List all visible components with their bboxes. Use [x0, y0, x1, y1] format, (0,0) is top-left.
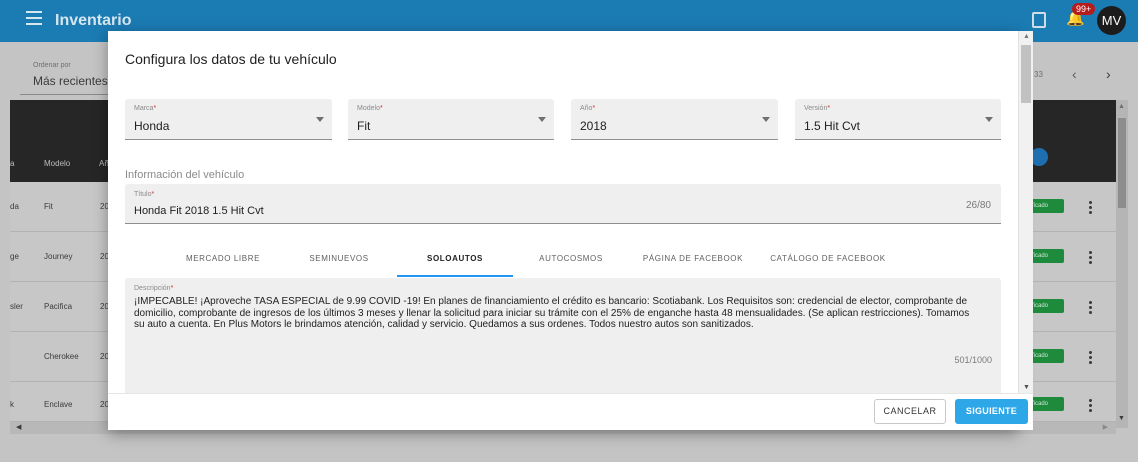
- table-vertical-scrollbar[interactable]: ▲ ▼: [1116, 100, 1128, 428]
- dropdown-arrow-icon: [762, 117, 770, 122]
- scroll-left-icon[interactable]: ◀: [16, 423, 21, 431]
- scroll-up-icon[interactable]: ▲: [1118, 103, 1125, 110]
- version-label: Versión*: [804, 105, 830, 112]
- marca-value: Honda: [134, 119, 170, 133]
- descripcion-label: Descripción*: [134, 285, 173, 292]
- descripcion-value: ¡IMPECABLE! ¡Aproveche TASA ESPECIAL de …: [134, 296, 970, 330]
- marca-select[interactable]: Marca* Honda: [125, 99, 332, 140]
- dropdown-arrow-icon: [538, 117, 546, 122]
- cell-brand: ge: [10, 252, 19, 261]
- kebab-menu-icon[interactable]: [1089, 251, 1093, 266]
- order-by-underline: [20, 94, 110, 95]
- required-marker: *: [151, 191, 155, 198]
- required-marker: *: [153, 105, 157, 112]
- kebab-menu-icon[interactable]: [1089, 351, 1093, 366]
- cell-model: Cherokee: [44, 352, 79, 361]
- version-label-text: Versión: [804, 105, 828, 112]
- next-button[interactable]: SIGUIENTE: [955, 399, 1028, 424]
- chevron-left-icon[interactable]: ‹: [1072, 66, 1077, 82]
- titulo-value: Honda Fit 2018 1.5 Hit Cvt: [134, 205, 264, 217]
- cell-brand: k: [10, 400, 14, 409]
- app-title: Inventario: [55, 12, 132, 29]
- inbox-icon[interactable]: [1032, 12, 1046, 28]
- modelo-label-text: Modelo: [357, 105, 380, 112]
- tab-mercado-libre[interactable]: MERCADO LIBRE: [165, 241, 281, 277]
- titulo-label: Título*: [134, 191, 154, 198]
- required-marker: *: [379, 105, 383, 112]
- titulo-label-text: Título: [134, 191, 152, 198]
- scroll-right-icon[interactable]: ▶: [1103, 423, 1108, 431]
- cell-brand: da: [10, 202, 19, 211]
- cell-brand: sler: [10, 302, 23, 311]
- tab-seminuevos[interactable]: SEMINUEVOS: [281, 241, 397, 277]
- scroll-up-icon[interactable]: ▲: [1023, 33, 1030, 40]
- menu-icon[interactable]: [26, 11, 42, 25]
- required-marker: *: [170, 285, 174, 292]
- descripcion-label-text: Descripción: [134, 285, 171, 292]
- modelo-value: Fit: [357, 119, 371, 133]
- scrollbar-thumb[interactable]: [1021, 45, 1031, 103]
- version-select[interactable]: Versión* 1.5 Hit Cvt: [795, 99, 1001, 140]
- scroll-down-icon[interactable]: ▼: [1118, 415, 1125, 422]
- anio-label-text: Año: [580, 105, 593, 112]
- status-badge[interactable]: ficado: [1030, 349, 1064, 363]
- cell-model: Enclave: [44, 400, 73, 409]
- kebab-menu-icon[interactable]: [1089, 301, 1093, 316]
- chevron-right-icon[interactable]: ›: [1106, 66, 1111, 82]
- anio-label: Año*: [580, 105, 595, 112]
- scroll-down-icon[interactable]: ▼: [1023, 384, 1030, 391]
- status-badge[interactable]: ficado: [1030, 397, 1064, 411]
- dialog-title: Configura los datos de tu vehículo: [125, 51, 337, 67]
- titulo-field[interactable]: Título* Honda Fit 2018 1.5 Hit Cvt 26/80: [125, 184, 1001, 224]
- modelo-label: Modelo*: [357, 105, 383, 112]
- avatar[interactable]: MV: [1097, 6, 1126, 35]
- kebab-menu-icon[interactable]: [1089, 201, 1093, 216]
- tab-pagina-facebook[interactable]: PÁGINA DE FACEBOOK: [629, 241, 757, 277]
- required-marker: *: [592, 105, 596, 112]
- marca-label: Marca*: [134, 105, 156, 112]
- notification-badge: 99+: [1072, 3, 1096, 15]
- descripcion-textarea[interactable]: Descripción* ¡IMPECABLE! ¡Aproveche TASA…: [125, 278, 1001, 394]
- dropdown-arrow-icon: [985, 117, 993, 122]
- anio-select[interactable]: Año* 2018: [571, 99, 778, 140]
- status-badge[interactable]: ficado: [1030, 199, 1064, 213]
- anio-value: 2018: [580, 119, 607, 133]
- column-header-brand: a: [10, 159, 15, 168]
- required-marker: *: [827, 105, 831, 112]
- descripcion-counter: 501/1000: [954, 355, 992, 365]
- order-by-select[interactable]: Más recientes: [33, 74, 108, 88]
- kebab-menu-icon[interactable]: [1089, 399, 1093, 414]
- order-by-label: Ordenar por: [33, 62, 71, 69]
- cell-model: Journey: [44, 252, 73, 261]
- cell-model: Pacifica: [44, 302, 73, 311]
- tab-catalogo-facebook[interactable]: CATÁLOGO DE FACEBOOK: [757, 241, 899, 277]
- dialog-scrollbar[interactable]: ▲ ▼: [1018, 31, 1033, 393]
- scrollbar-thumb[interactable]: [1118, 118, 1126, 208]
- platform-tabs: MERCADO LIBRE SEMINUEVOS SOLOAUTOS AUTOC…: [125, 241, 1001, 277]
- version-value: 1.5 Hit Cvt: [804, 119, 861, 133]
- column-header-model: Modelo: [44, 159, 71, 168]
- cancel-button[interactable]: CANCELAR: [874, 399, 946, 424]
- marca-label-text: Marca: [134, 105, 154, 112]
- tab-soloautos[interactable]: SOLOAUTOS: [397, 241, 513, 277]
- cell-model: Fit: [44, 202, 53, 211]
- tab-autocosmos[interactable]: AUTOCOSMOS: [513, 241, 629, 277]
- titulo-counter: 26/80: [965, 200, 991, 211]
- status-badge[interactable]: ficado: [1030, 249, 1064, 263]
- modelo-select[interactable]: Modelo* Fit: [348, 99, 554, 140]
- dropdown-arrow-icon: [316, 117, 324, 122]
- pager-text: 33: [1034, 70, 1043, 79]
- section-label: Información del vehículo: [125, 169, 245, 181]
- status-badge[interactable]: ficado: [1030, 299, 1064, 313]
